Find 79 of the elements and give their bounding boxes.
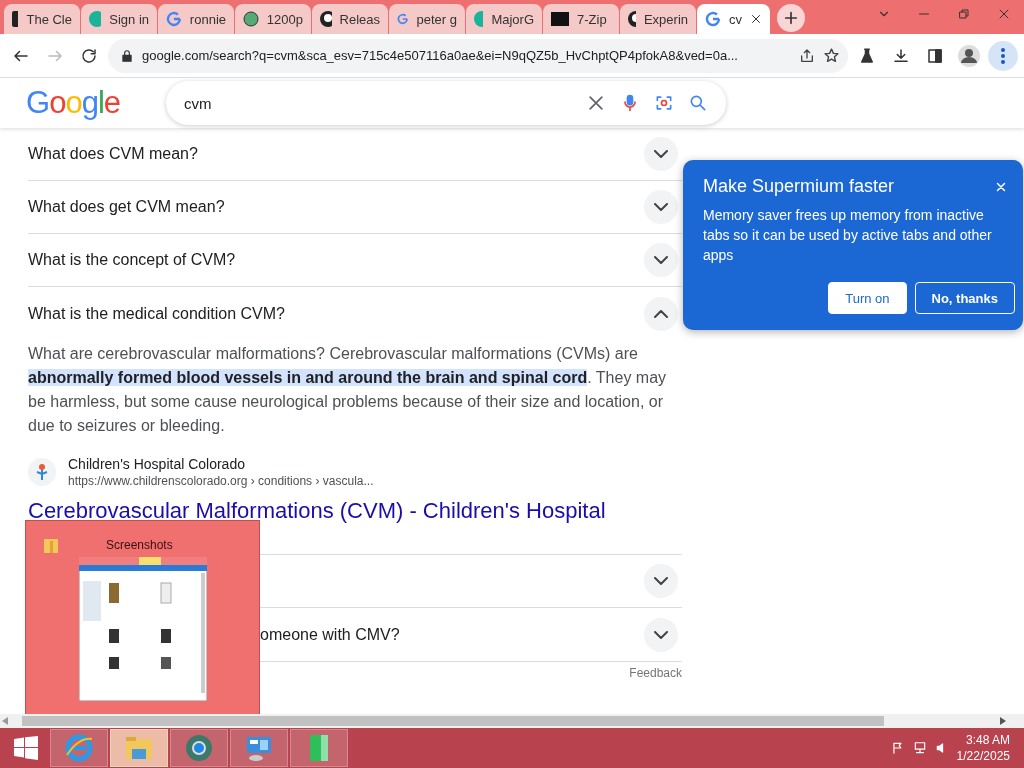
menu-button[interactable]: [988, 40, 1018, 71]
question-text[interactable]: What does get CVM mean?: [28, 198, 225, 216]
search-field[interactable]: cvm: [166, 81, 726, 125]
g-logo-icon: [397, 11, 409, 27]
windows-logo-icon: [14, 736, 38, 760]
chevron-down-icon: [654, 577, 668, 585]
expand-button[interactable]: [644, 137, 678, 171]
preview-title: Screenshots: [106, 538, 173, 552]
address-bar[interactable]: google.com/search?q=cvm&sca_esv=715c4e507116a0ae&ei=N9qQZ5b_HvChptQP4pfokA8&ved=0a...: [108, 38, 848, 73]
question-text[interactable]: What does CVM mean?: [28, 145, 198, 163]
menu-icon: [1001, 47, 1005, 64]
avatar-icon: [958, 44, 980, 67]
window-preview[interactable]: Screenshots: [25, 520, 260, 714]
chevron-down-icon: [654, 256, 668, 264]
side-panel-icon: [926, 46, 944, 65]
network-icon: [912, 741, 927, 755]
plus-icon: [783, 10, 799, 26]
speaker-muted-icon: [934, 741, 949, 755]
g-logo-icon: [166, 11, 182, 27]
browser-tab[interactable]: 1200p: [235, 4, 311, 34]
chevron-down-icon: [654, 203, 668, 211]
browser-tab[interactable]: Experin: [620, 4, 696, 34]
figure-icon: [35, 463, 49, 481]
browser-tab[interactable]: MajorG: [466, 4, 542, 34]
download-icon: [892, 46, 910, 65]
clock-time[interactable]: 3:48 AM: [965, 732, 1010, 748]
reload-icon: [80, 46, 98, 65]
flag-icon: [890, 741, 905, 755]
clock-date[interactable]: 1/22/2025: [956, 748, 1010, 764]
dismiss-button[interactable]: No, thanks: [914, 282, 1015, 314]
browser-tab[interactable]: ronnie: [158, 4, 234, 34]
search-icon: [688, 93, 708, 113]
folder-icon: [44, 537, 58, 553]
chevron-up-icon: [654, 309, 668, 318]
popup-text: Memory saver frees up memory from inactive tabs so it can be used by active tabs and other apps: [703, 206, 993, 265]
close-icon: [750, 13, 762, 25]
question-text[interactable]: What is the medical condition CVM?: [28, 304, 285, 323]
left-arrow-icon: [2, 717, 8, 725]
share-icon: [799, 47, 815, 64]
expand-button[interactable]: [644, 617, 678, 652]
answer-paragraph: What are cerebrovascular malformations? Cerebrovascular malformations (CVMs) are abnormally formed blood vessels in and around the brain and spinal cord. They may be harmless, but some cause neurological problems because of their size and location, or due to seizures or bleeding.: [28, 344, 668, 436]
site-url: https://www.childrenscolorado.org › conditions › vascula...: [68, 474, 374, 488]
folder-icon: [124, 735, 154, 761]
expand-button[interactable]: [644, 243, 678, 277]
browser-tab[interactable]: peter g: [389, 4, 465, 34]
horizontal-scrollbar[interactable]: [0, 714, 1024, 728]
globe-icon: [184, 733, 214, 763]
camera-lens-icon: [654, 93, 674, 113]
e-logo-icon: [64, 733, 94, 763]
feedback-link[interactable]: Feedback: [629, 666, 682, 680]
browser-tab[interactable]: 7-Zip: [543, 4, 619, 34]
question-text[interactable]: What is the concept of CVM?: [28, 251, 236, 269]
close-icon: [995, 180, 1007, 193]
right-arrow-icon: [1000, 717, 1006, 725]
expand-button[interactable]: [644, 190, 678, 224]
restore-icon: [958, 8, 970, 20]
expand-button[interactable]: [644, 296, 678, 331]
close-icon: [586, 93, 606, 113]
browser-tab[interactable]: cv: [697, 4, 770, 34]
g-logo-icon: [705, 11, 721, 27]
star-icon: [823, 47, 840, 64]
browser-tab[interactable]: The Cle: [4, 4, 80, 34]
browser-tab[interactable]: Releas: [312, 4, 388, 34]
expand-button[interactable]: [644, 564, 678, 598]
site-name: Children's Hospital Colorado: [68, 456, 246, 472]
question-text[interactable]: omeone with CMV?: [260, 625, 400, 644]
lock-icon: [120, 48, 134, 63]
chevron-down-icon: [654, 630, 668, 639]
browser-tab[interactable]: Sign in: [81, 4, 157, 34]
google-logo[interactable]: Google: [26, 85, 120, 121]
chevron-down-icon: [654, 150, 668, 158]
square-icon: [551, 12, 569, 26]
close-icon: [998, 8, 1010, 20]
book-icon: [307, 733, 331, 763]
globe-icon: [243, 11, 259, 27]
popup-title: Make Supermium faster: [703, 176, 895, 197]
turn-on-button[interactable]: Turn on: [828, 282, 907, 314]
flask-icon: [858, 46, 876, 65]
new-tab-button[interactable]: [777, 4, 805, 32]
